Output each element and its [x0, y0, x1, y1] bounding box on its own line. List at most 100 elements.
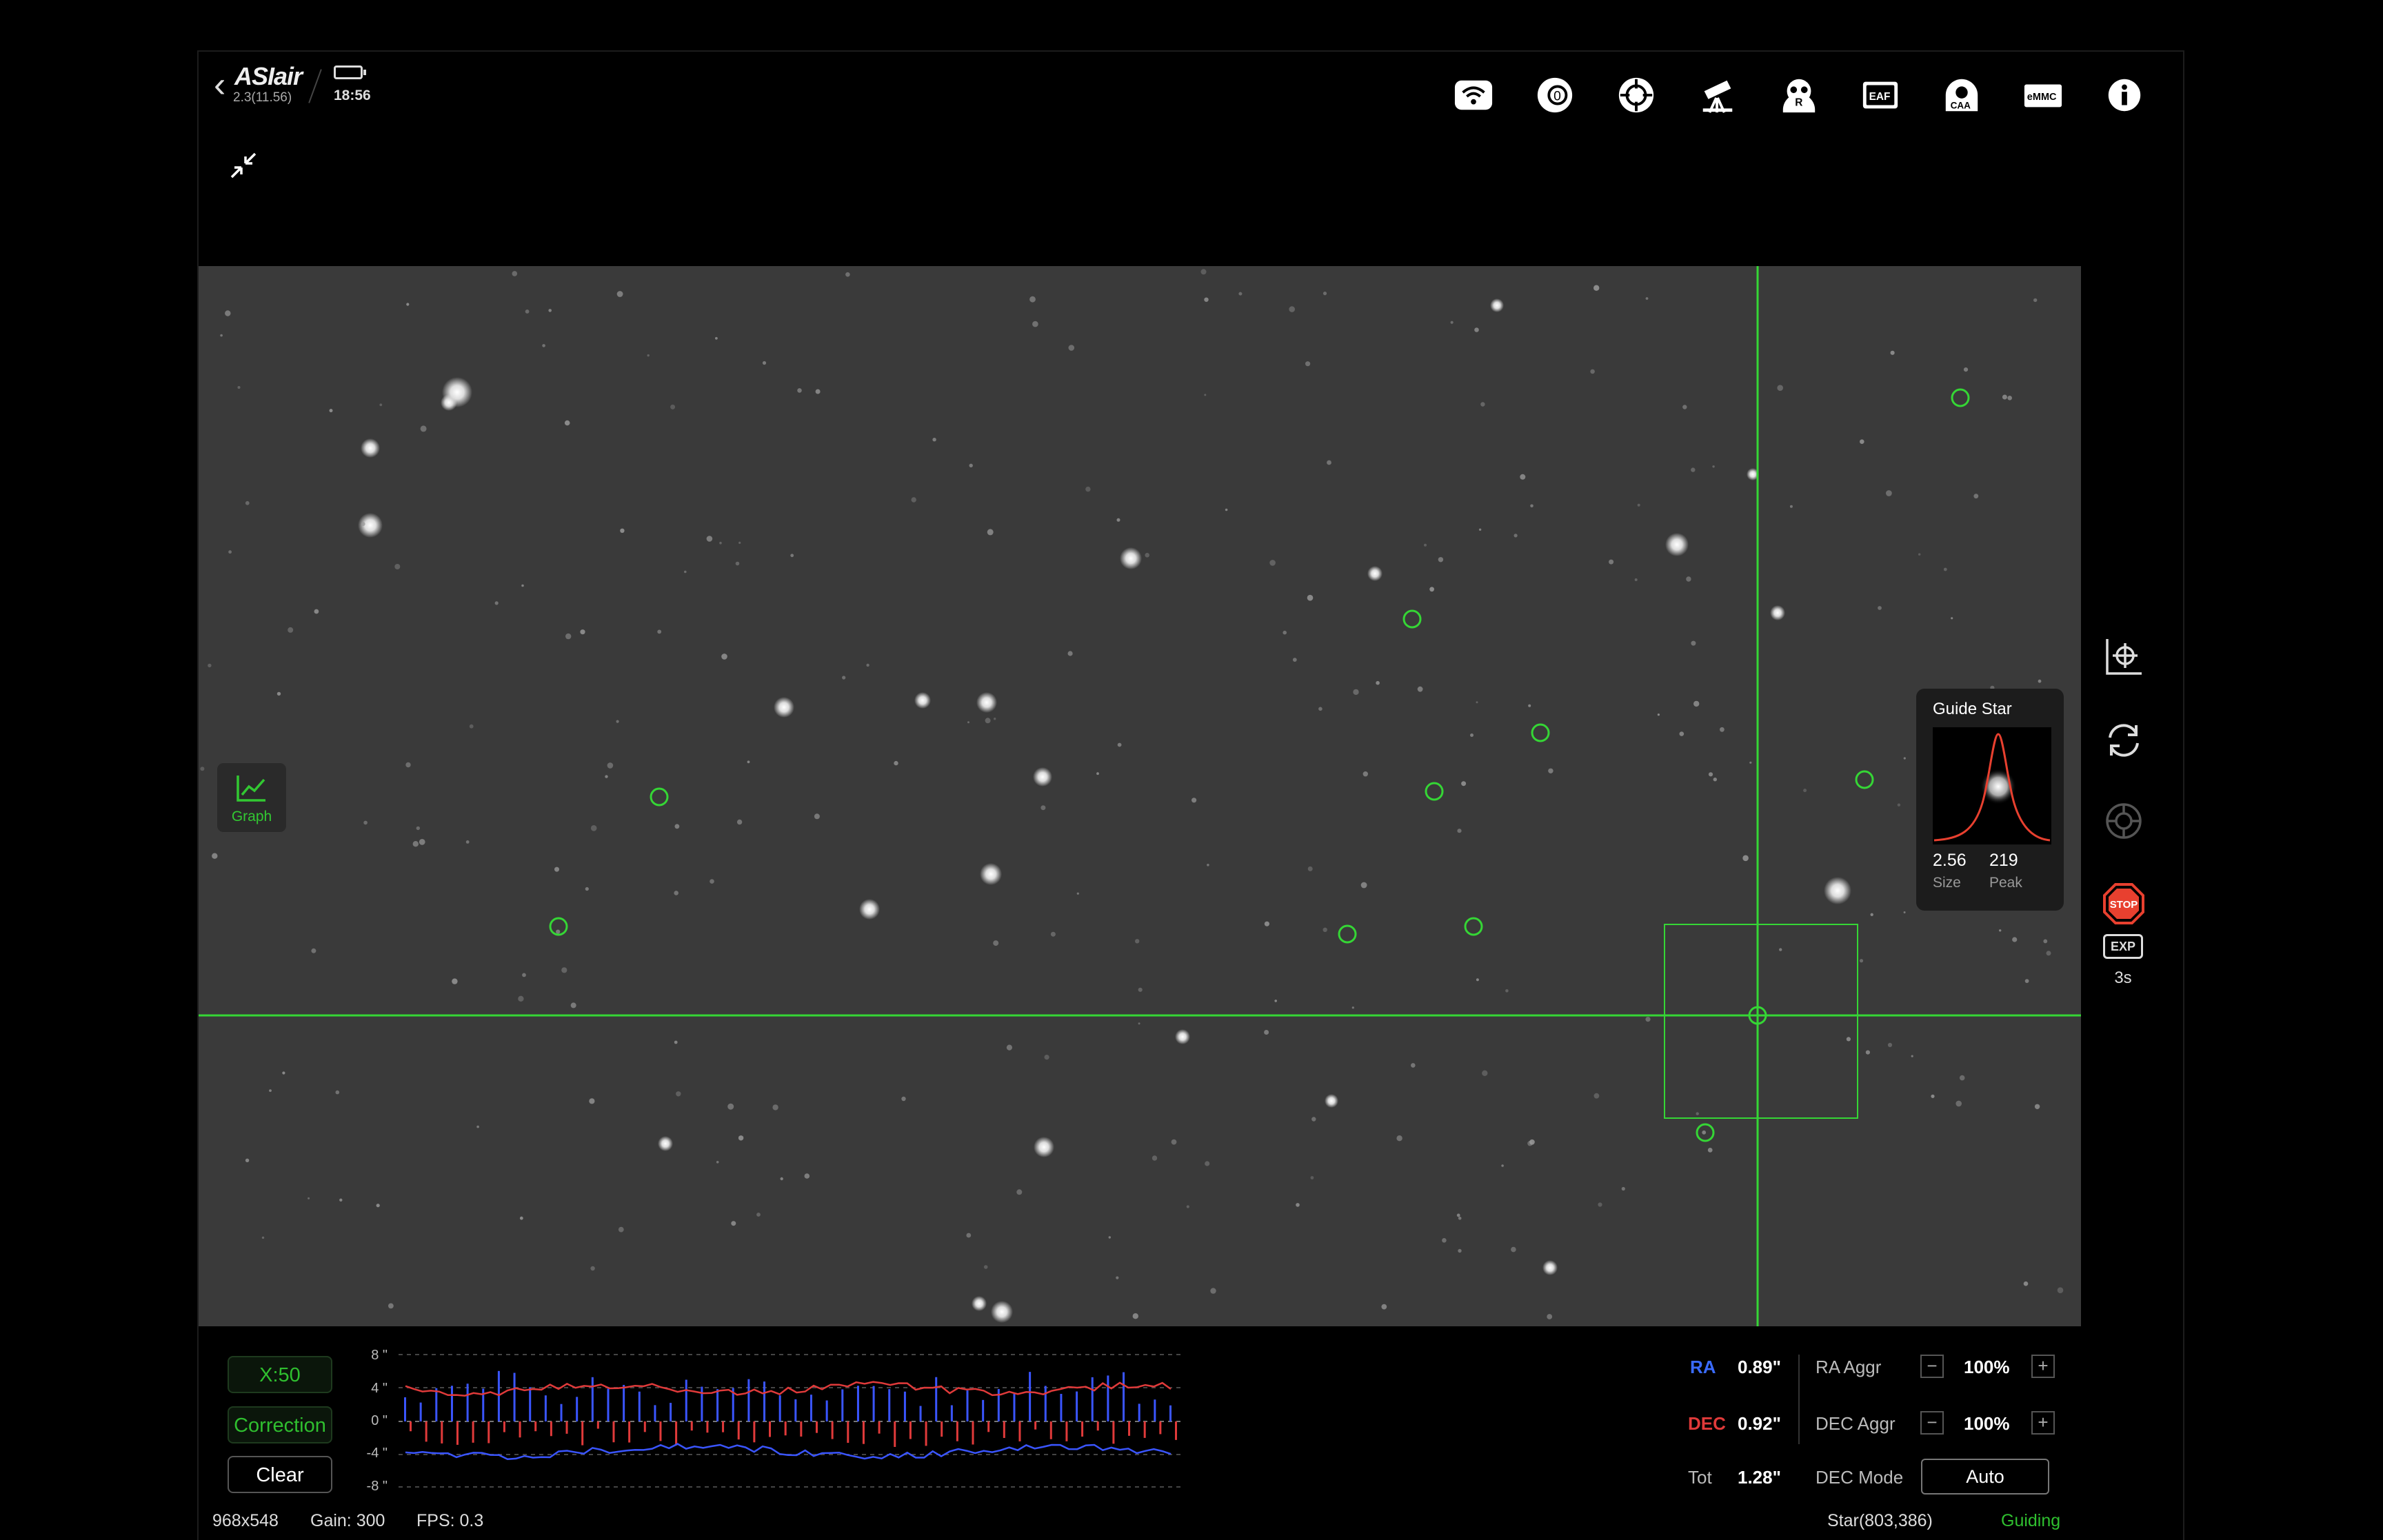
faint-star [452, 978, 458, 984]
faint-star [1645, 1017, 1651, 1022]
star-size-value: 2.56 [1933, 851, 1967, 870]
ra-correction-bar [497, 1370, 500, 1421]
ra-correction-bar [903, 1391, 906, 1421]
faint-star [1264, 1030, 1269, 1035]
faint-star [1846, 1037, 1851, 1042]
faint-star [1411, 1063, 1416, 1068]
telescope-icon[interactable] [1693, 71, 1742, 119]
faint-star [605, 775, 608, 778]
faint-star [379, 403, 383, 407]
faint-star [1117, 742, 1122, 747]
resolution-text: 968x548 [212, 1511, 279, 1530]
camera-icon[interactable]: 0 [1531, 71, 1579, 119]
faint-star [1886, 490, 1892, 496]
faint-star [966, 1233, 972, 1238]
target-icon[interactable] [2099, 796, 2149, 846]
faint-star [212, 853, 218, 859]
faint-star [1210, 1288, 1216, 1294]
dec-correction-bar [878, 1421, 881, 1434]
exposure-button[interactable]: EXP [2103, 934, 2143, 959]
emmc-icon[interactable]: eMMC [2019, 71, 2067, 119]
svg-text:R: R [1795, 97, 1802, 108]
faint-star [1903, 911, 1906, 913]
eaf-icon[interactable]: EAF [1856, 71, 1904, 119]
faint-star [1999, 929, 2002, 932]
faint-star [1911, 1055, 1913, 1057]
loop-icon[interactable] [2099, 716, 2149, 765]
dec-mode-select[interactable]: Auto [1921, 1459, 2049, 1495]
faint-star [969, 463, 973, 467]
faint-star [590, 825, 597, 831]
dec-error-line [405, 1381, 1172, 1397]
faint-star [1116, 518, 1120, 522]
candidate-star-markers [549, 388, 1970, 1142]
dec-correction-bar [1034, 1421, 1037, 1430]
faint-star [1351, 1006, 1354, 1009]
ra-aggr-decrease[interactable]: − [1920, 1355, 1944, 1378]
guide-camera-image[interactable] [199, 266, 2081, 1326]
faint-star [1547, 1314, 1553, 1319]
faint-star [225, 310, 231, 316]
guide-star-panel: Guide Star 2.56 219 Size Peak [1916, 689, 2064, 911]
back-button[interactable]: ‹ [214, 67, 225, 103]
faint-star [1171, 1139, 1177, 1145]
correction-button[interactable]: Correction [228, 1406, 332, 1443]
dec-correction-bar [1065, 1421, 1068, 1441]
faint-star [261, 1236, 265, 1239]
calibrate-icon[interactable] [2099, 632, 2149, 682]
guide-crosshair [199, 266, 2081, 1326]
guide-target-icon[interactable] [1612, 71, 1660, 119]
ra-aggr-label: RA Aggr [1816, 1357, 1882, 1377]
faint-star [1480, 402, 1485, 407]
star-profile-thumbnail [1933, 727, 2051, 844]
dec-correction-bar [722, 1421, 725, 1432]
faint-star [245, 1158, 250, 1163]
star-profile-plot [1933, 733, 2051, 842]
stop-icon[interactable]: STOP [2099, 879, 2149, 929]
faint-star [607, 762, 614, 769]
faint-star [269, 1089, 272, 1092]
faint-star [1006, 1044, 1012, 1051]
caa-icon[interactable]: CAA [1938, 71, 1986, 119]
dec-rms-value: 0.92" [1738, 1413, 1781, 1434]
dec-aggr-increase[interactable]: + [2031, 1411, 2055, 1435]
dec-correction-bar [862, 1421, 865, 1444]
faint-star [1207, 864, 1209, 867]
graph-button[interactable]: Graph [217, 762, 287, 833]
dec-correction-bar [894, 1421, 896, 1447]
faint-star [738, 1135, 744, 1141]
clear-button[interactable]: Clear [228, 1456, 332, 1493]
faint-star [469, 724, 474, 729]
brand-logo: ASIair [234, 62, 303, 90]
faint-star [1438, 557, 1444, 563]
faint-star [987, 529, 994, 536]
faint-star [2034, 1104, 2040, 1110]
faint-star [1590, 369, 1595, 374]
faint-star [1067, 651, 1073, 656]
faint-star [1870, 913, 1873, 916]
dec-correction-bar [847, 1421, 849, 1443]
faint-star [1068, 345, 1075, 351]
tot-rms-value: 1.28" [1738, 1467, 1781, 1488]
ra-rms-value: 0.89" [1738, 1357, 1781, 1377]
faint-star [308, 1197, 310, 1199]
faint-star [2007, 396, 2012, 401]
info-icon[interactable] [2100, 71, 2149, 119]
faint-star [1903, 757, 1906, 760]
faint-star [1283, 630, 1287, 635]
faint-star [1890, 350, 1895, 355]
filter-wheel-icon[interactable]: R [1775, 71, 1823, 119]
wifi-icon[interactable] [1449, 71, 1498, 119]
faint-star [1749, 761, 1752, 764]
ra-aggr-increase[interactable]: + [2031, 1355, 2055, 1378]
scale-button[interactable]: X:50 [228, 1356, 332, 1393]
faint-star [1637, 503, 1640, 507]
battery-icon [334, 65, 363, 79]
dec-aggr-decrease[interactable]: − [1920, 1411, 1944, 1435]
faint-star [1897, 803, 1901, 807]
faint-star [1016, 1189, 1023, 1195]
ra-correction-bar [1044, 1386, 1047, 1421]
faint-star [406, 303, 410, 306]
collapse-icon[interactable] [226, 148, 261, 183]
graph-label: Graph [231, 809, 272, 824]
